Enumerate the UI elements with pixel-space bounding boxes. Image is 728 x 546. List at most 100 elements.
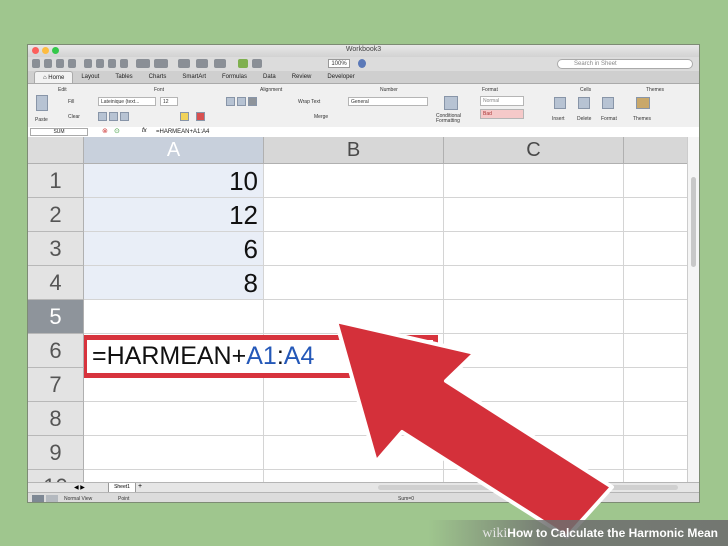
underline-icon[interactable] <box>120 112 129 121</box>
row-header-5[interactable]: 5 <box>28 300 84 334</box>
column-header-b[interactable]: B <box>264 137 444 164</box>
cell-a10[interactable] <box>84 470 264 482</box>
cut-icon[interactable] <box>84 59 92 68</box>
normal-view-icon[interactable] <box>32 495 44 502</box>
row-header-4[interactable]: 4 <box>28 266 84 300</box>
align-center-icon[interactable] <box>237 97 246 106</box>
cell-d1[interactable] <box>624 164 690 198</box>
number-format-select[interactable]: General <box>348 97 428 106</box>
tab-review[interactable]: Review <box>284 71 320 83</box>
cell-c7[interactable] <box>444 368 624 402</box>
cell-c1[interactable] <box>444 164 624 198</box>
filter-icon[interactable] <box>214 59 226 68</box>
cell-b4[interactable] <box>264 266 444 300</box>
row-header-1[interactable]: 1 <box>28 164 84 198</box>
cell-c2[interactable] <box>444 198 624 232</box>
new-icon[interactable] <box>32 59 40 68</box>
cell-b10[interactable] <box>264 470 444 482</box>
cell-d2[interactable] <box>624 198 690 232</box>
cell-b1[interactable] <box>264 164 444 198</box>
copy-icon[interactable] <box>96 59 104 68</box>
cell-a9[interactable] <box>84 436 264 470</box>
cell-c5[interactable] <box>444 300 624 334</box>
tab-layout[interactable]: Layout <box>73 71 107 83</box>
cell-c3[interactable] <box>444 232 624 266</box>
column-header-a[interactable]: A <box>84 137 264 164</box>
vertical-scroll-thumb[interactable] <box>691 177 696 267</box>
row-header-9[interactable]: 9 <box>28 436 84 470</box>
cell-a5[interactable] <box>84 300 264 334</box>
autosum-icon[interactable] <box>178 59 190 68</box>
tab-data[interactable]: Data <box>255 71 284 83</box>
redo-icon[interactable] <box>154 59 168 68</box>
fill-color-icon[interactable] <box>180 112 189 121</box>
cell-c9[interactable] <box>444 436 624 470</box>
cell-b2[interactable] <box>264 198 444 232</box>
format-painter-icon[interactable] <box>120 59 128 68</box>
toolbox-icon[interactable] <box>252 59 262 68</box>
paste-icon[interactable] <box>108 59 116 68</box>
cell-a4[interactable]: 8 <box>84 266 264 300</box>
name-box[interactable]: SUM <box>30 128 88 136</box>
cell-a1[interactable]: 10 <box>84 164 264 198</box>
cell-d6[interactable] <box>624 334 690 368</box>
style-normal[interactable]: Normal <box>480 96 524 106</box>
cell-b3[interactable] <box>264 232 444 266</box>
cell-d3[interactable] <box>624 232 690 266</box>
font-color-icon[interactable] <box>196 112 205 121</box>
cell-d4[interactable] <box>624 266 690 300</box>
save-icon[interactable] <box>56 59 64 68</box>
cell-c6[interactable] <box>444 334 624 368</box>
style-bad[interactable]: Bad <box>480 109 524 119</box>
delete-button[interactable]: Delete <box>577 116 591 122</box>
row-header-6[interactable]: 6 <box>28 334 84 368</box>
bold-icon[interactable] <box>98 112 107 121</box>
page-layout-view-icon[interactable] <box>46 495 58 502</box>
sheet-nav-icon[interactable]: ◀ ▶ <box>74 484 85 491</box>
align-right-icon[interactable] <box>248 97 257 106</box>
merge-button[interactable]: Merge <box>314 114 328 120</box>
cell-c10[interactable] <box>444 470 624 482</box>
row-header-2[interactable]: 2 <box>28 198 84 232</box>
horizontal-scrollbar[interactable] <box>378 485 678 490</box>
align-left-icon[interactable] <box>226 97 235 106</box>
zoom-field[interactable]: 100% <box>328 59 350 68</box>
tab-home[interactable]: ⌂ Home <box>34 71 74 83</box>
vertical-scrollbar[interactable] <box>687 137 699 482</box>
format-icon[interactable] <box>602 97 614 109</box>
cell-c4[interactable] <box>444 266 624 300</box>
cancel-icon[interactable]: ⊗ <box>102 127 108 135</box>
formula-input[interactable]: =HARMEAN+A1:A4 <box>156 128 209 136</box>
open-icon[interactable] <box>44 59 52 68</box>
cell-d7[interactable] <box>624 368 690 402</box>
themes-button[interactable]: Themes <box>633 116 651 122</box>
search-input[interactable]: Search in Sheet <box>557 59 693 69</box>
sort-icon[interactable] <box>196 59 208 68</box>
enter-icon[interactable]: ⊙ <box>114 127 120 135</box>
conditional-formatting-icon[interactable] <box>444 96 458 110</box>
cell-b9[interactable] <box>264 436 444 470</box>
font-name-select[interactable]: Lateinique (text... <box>98 97 156 106</box>
tab-smartart[interactable]: SmartArt <box>174 71 214 83</box>
tab-tables[interactable]: Tables <box>107 71 140 83</box>
cell-c8[interactable] <box>444 402 624 436</box>
tab-formulas[interactable]: Formulas <box>214 71 255 83</box>
help-icon[interactable] <box>358 59 366 68</box>
tab-charts[interactable]: Charts <box>141 71 175 83</box>
column-header-d[interactable] <box>624 137 690 164</box>
format-button[interactable]: Format <box>601 116 617 122</box>
cell-a8[interactable] <box>84 402 264 436</box>
active-cell-a5[interactable]: =HARMEAN+A1:A4 <box>82 335 438 378</box>
row-header-7[interactable]: 7 <box>28 368 84 402</box>
italic-icon[interactable] <box>109 112 118 121</box>
fx-label[interactable]: fx <box>142 128 147 134</box>
font-size-select[interactable]: 12 <box>160 97 178 106</box>
themes-icon[interactable] <box>636 97 650 109</box>
cell-d9[interactable] <box>624 436 690 470</box>
select-all-corner[interactable] <box>28 137 84 164</box>
insert-button[interactable]: Insert <box>552 116 565 122</box>
add-sheet-icon[interactable]: + <box>138 483 142 490</box>
row-header-8[interactable]: 8 <box>28 402 84 436</box>
fill-button[interactable]: Fill <box>68 99 74 105</box>
cell-d8[interactable] <box>624 402 690 436</box>
